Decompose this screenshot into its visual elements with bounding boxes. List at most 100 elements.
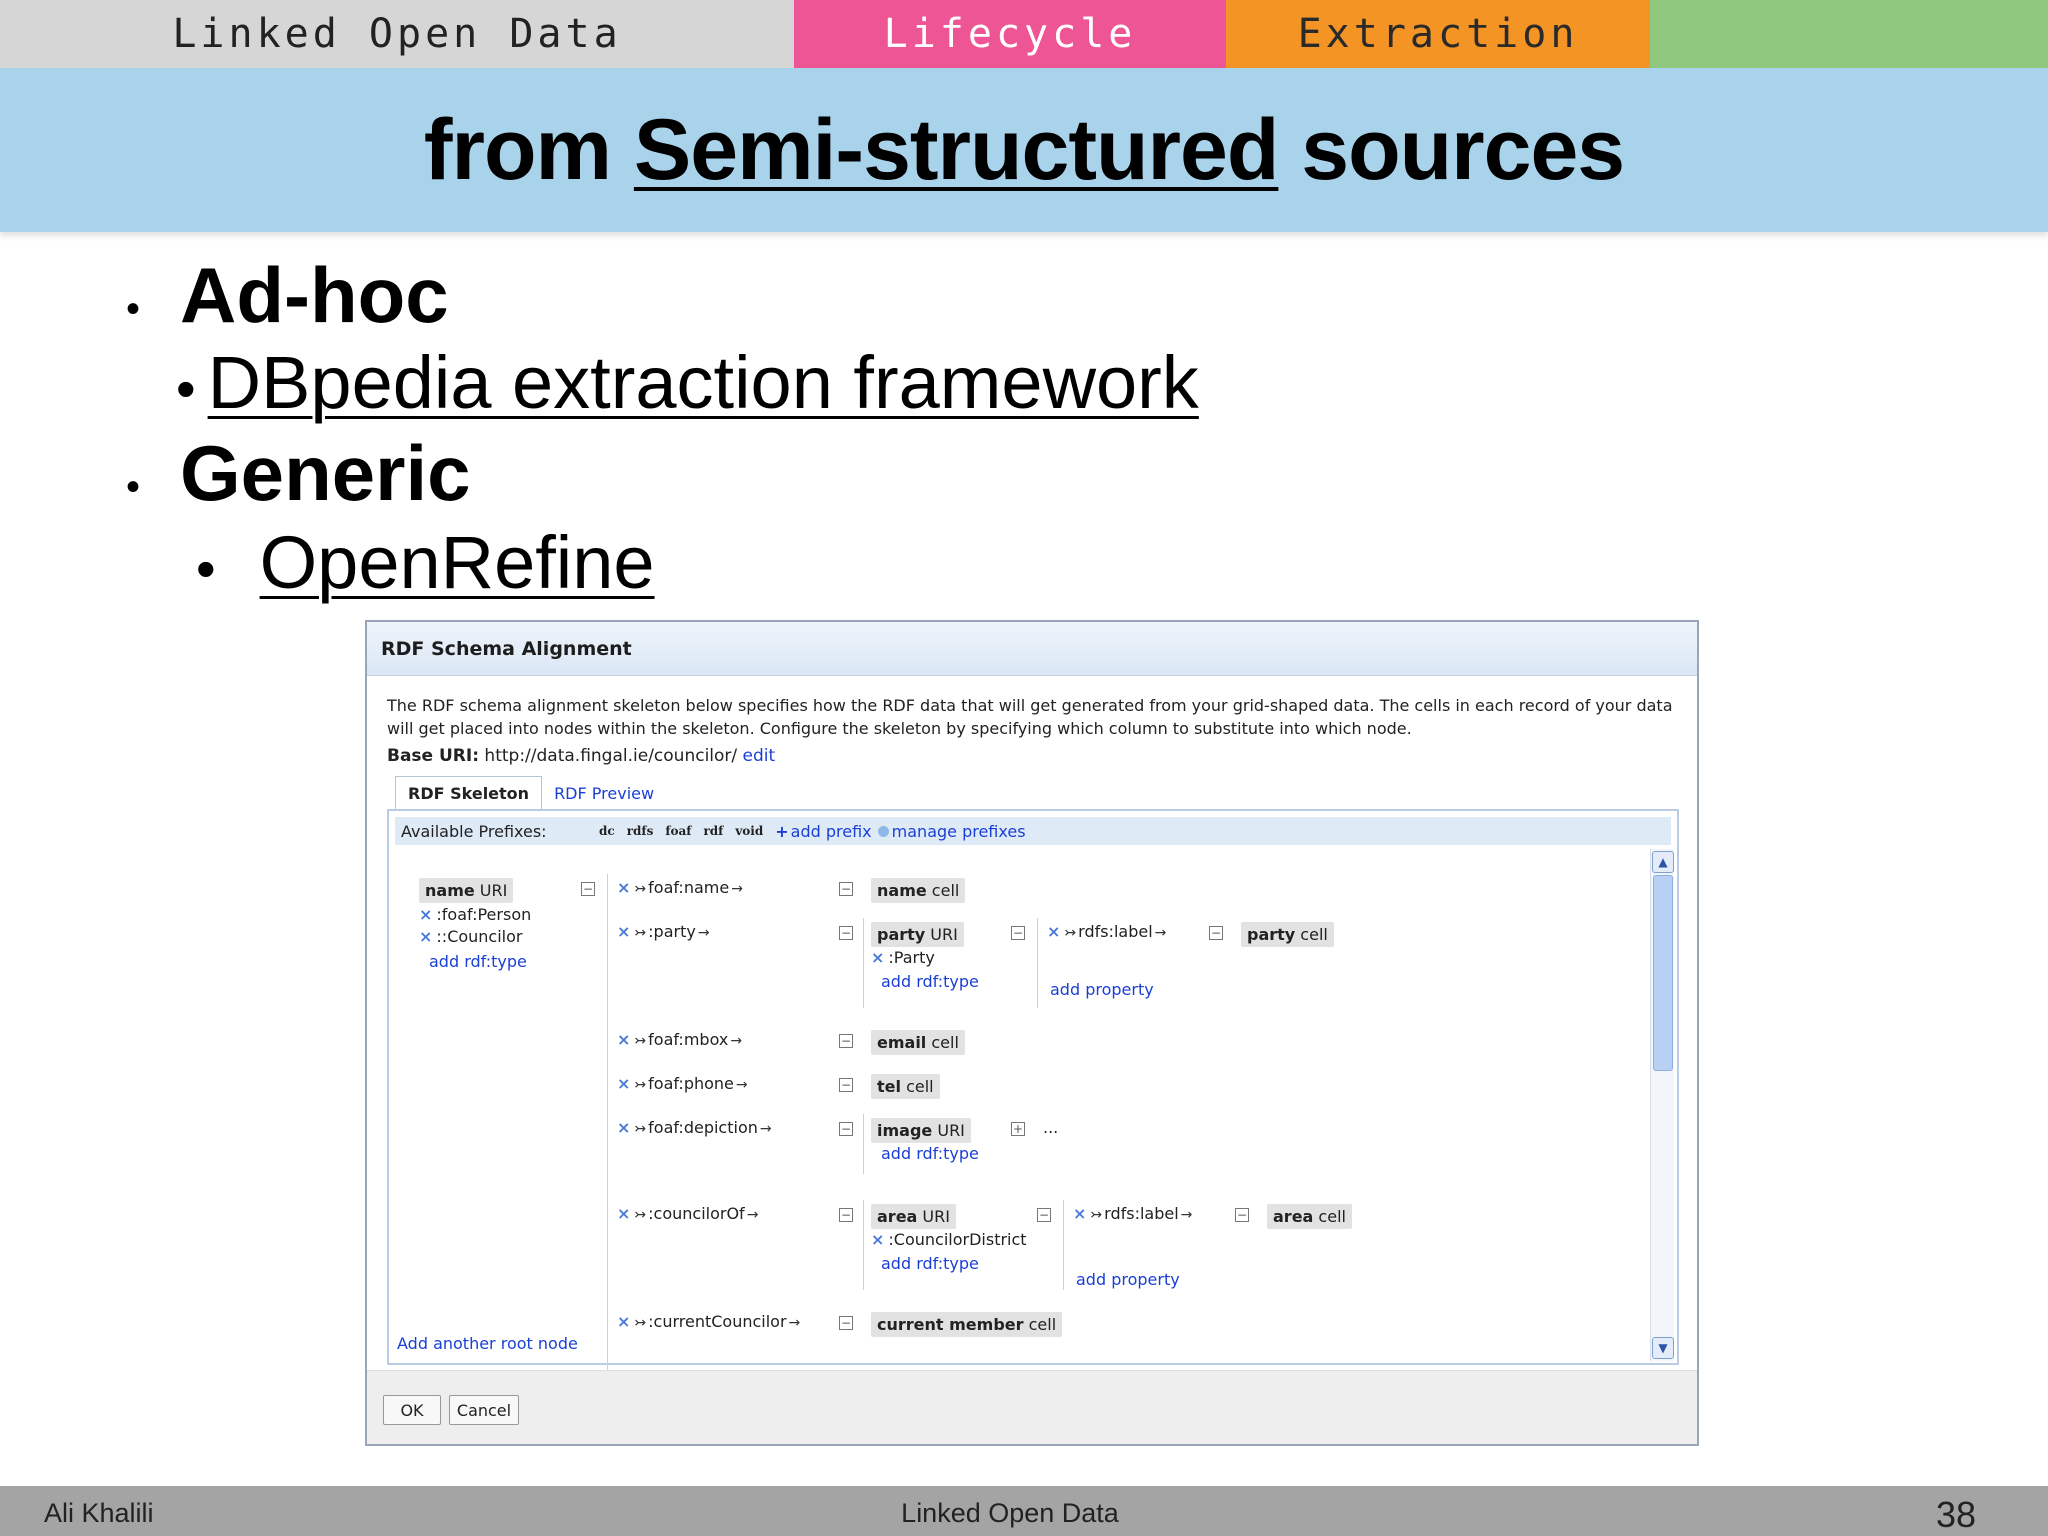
ok-button[interactable]: OK: [383, 1395, 441, 1425]
base-uri-edit-link[interactable]: edit: [743, 746, 776, 766]
remove-icon[interactable]: ×: [617, 1204, 630, 1223]
slide-title: from Semi-structured sources: [423, 101, 1625, 200]
prefix-item[interactable]: rdfs: [627, 824, 654, 838]
sub-property-row: ×rdfs:label: [1073, 1204, 1192, 1223]
scroll-thumb[interactable]: [1653, 875, 1673, 1071]
remove-icon[interactable]: ×: [617, 1118, 630, 1137]
scroll-down-icon[interactable]: ▼: [1652, 1337, 1674, 1359]
bullet-dot: •: [126, 465, 141, 509]
divider: [1063, 1200, 1064, 1290]
remove-icon[interactable]: ×: [617, 1030, 630, 1049]
add-rdf-type-link[interactable]: add rdf:type: [881, 1144, 979, 1163]
prefixes-label: Available Prefixes:: [401, 821, 547, 841]
add-property-link[interactable]: add property: [1076, 1270, 1180, 1289]
property-row: ×:party: [617, 922, 710, 941]
collapse-icon[interactable]: −: [1209, 926, 1223, 940]
remove-icon[interactable]: ×: [419, 905, 432, 924]
collapse-icon[interactable]: −: [839, 882, 853, 896]
target-node[interactable]: area cell: [1267, 1204, 1352, 1229]
divider: [607, 874, 608, 1384]
collapse-icon[interactable]: −: [1235, 1208, 1249, 1222]
slide-footer: Ali Khalili Linked Open Data 38: [0, 1486, 2048, 1536]
collapse-icon[interactable]: −: [839, 1316, 853, 1330]
tab-lifecycle[interactable]: Lifecycle: [794, 0, 1226, 68]
remove-icon[interactable]: ×: [617, 1312, 630, 1331]
root-node[interactable]: name URI: [419, 878, 514, 903]
collapse-icon[interactable]: −: [839, 1034, 853, 1048]
collapse-icon[interactable]: −: [839, 1122, 853, 1136]
collapse-icon[interactable]: −: [1011, 926, 1025, 940]
cancel-button[interactable]: Cancel: [449, 1395, 519, 1425]
target-node[interactable]: name cell: [871, 878, 966, 903]
remove-icon[interactable]: ×: [871, 1230, 884, 1249]
target-node[interactable]: tel cell: [871, 1074, 940, 1099]
title-emphasis: Semi-structured: [633, 101, 1279, 198]
add-rdf-type-link[interactable]: add rdf:type: [881, 1254, 979, 1273]
prefix-bar: Available Prefixes: dc rdfs foaf rdf voi…: [395, 817, 1671, 845]
remove-icon[interactable]: ×: [617, 1074, 630, 1093]
sub-bullet-dot: •: [176, 357, 196, 420]
property-row: ×foaf:name: [617, 878, 743, 897]
sub-bullet-dot: •: [196, 537, 216, 600]
collapse-icon[interactable]: −: [1037, 1208, 1051, 1222]
tab-linked-open-data[interactable]: Linked Open Data: [0, 0, 794, 68]
remove-icon[interactable]: ×: [617, 922, 630, 941]
bullet-openrefine: • OpenRefine: [196, 520, 655, 605]
remove-icon[interactable]: ×: [871, 948, 884, 967]
property-row: ×:councilorOf: [617, 1204, 758, 1223]
base-uri-label: Base URI:: [387, 746, 480, 766]
remove-icon[interactable]: ×: [617, 878, 630, 897]
dialog-footer: OK Cancel: [367, 1370, 1697, 1444]
add-rdf-type-link[interactable]: add rdf:type: [429, 952, 527, 971]
dialog-description: The RDF schema alignment skeleton below …: [387, 696, 1673, 738]
collapse-icon[interactable]: −: [839, 1208, 853, 1222]
tab-rdf-skeleton[interactable]: RDF Skeleton: [395, 776, 543, 810]
remove-icon[interactable]: ×: [1047, 922, 1060, 941]
divider: [863, 918, 864, 1008]
bullet-generic-text: Generic: [180, 429, 471, 517]
expand-icon[interactable]: +: [1011, 1122, 1025, 1136]
dialog-tabs: RDF Skeleton RDF Preview: [395, 776, 666, 810]
dbpedia-link[interactable]: DBpedia extraction framework: [208, 340, 1199, 425]
add-root-node-link[interactable]: Add another root node: [397, 1334, 578, 1353]
section-tab-strip: Linked Open Data Lifecycle Extraction: [0, 0, 2048, 68]
tab-next-section[interactable]: [1650, 0, 2048, 68]
bullet-generic: • Generic: [126, 428, 471, 519]
manage-prefixes-link[interactable]: manage prefixes: [892, 822, 1026, 841]
target-node[interactable]: current member cell: [871, 1312, 1063, 1337]
target-node[interactable]: image URI: [871, 1118, 971, 1143]
remove-icon[interactable]: ×: [1073, 1204, 1086, 1223]
prefix-item[interactable]: dc: [599, 824, 615, 838]
bullet-dot: •: [126, 287, 141, 331]
collapse-icon[interactable]: −: [839, 926, 853, 940]
collapse-icon[interactable]: −: [839, 1078, 853, 1092]
openrefine-link[interactable]: OpenRefine: [260, 520, 655, 605]
rdf-schema-dialog: RDF Schema Alignment The RDF schema alig…: [365, 620, 1699, 1446]
node-type: ×:Party: [871, 948, 935, 967]
target-node[interactable]: party URI: [871, 922, 964, 947]
tab-rdf-preview[interactable]: RDF Preview: [542, 776, 666, 810]
base-uri-row: Base URI: http://data.fingal.ie/councilo…: [387, 746, 775, 766]
scroll-up-icon[interactable]: ▲: [1652, 851, 1674, 873]
property-row: ×foaf:depiction: [617, 1118, 772, 1137]
target-node[interactable]: area URI: [871, 1204, 956, 1229]
add-rdf-type-link[interactable]: add rdf:type: [881, 972, 979, 991]
property-row: ×foaf:phone: [617, 1074, 748, 1093]
property-row: ×foaf:mbox: [617, 1030, 742, 1049]
title-prefix: from: [423, 101, 634, 198]
add-prefix-link[interactable]: add prefix: [791, 822, 872, 841]
prefix-item[interactable]: void: [735, 824, 763, 838]
target-node[interactable]: party cell: [1241, 922, 1334, 947]
prefix-item[interactable]: foaf: [665, 824, 691, 838]
sub-property-row: ×rdfs:label: [1047, 922, 1166, 941]
divider: [1037, 918, 1038, 1008]
remove-icon[interactable]: ×: [419, 927, 432, 946]
tab-extraction[interactable]: Extraction: [1226, 0, 1650, 68]
node-type: ×:CouncilorDistrict: [871, 1230, 1027, 1249]
prefix-item[interactable]: rdf: [703, 824, 723, 838]
scrollbar[interactable]: ▲ ▼: [1650, 849, 1674, 1361]
add-property-link[interactable]: add property: [1050, 980, 1154, 999]
base-uri-value: http://data.fingal.ie/councilor/: [484, 746, 738, 766]
target-node[interactable]: email cell: [871, 1030, 965, 1055]
collapse-icon[interactable]: −: [581, 882, 595, 896]
